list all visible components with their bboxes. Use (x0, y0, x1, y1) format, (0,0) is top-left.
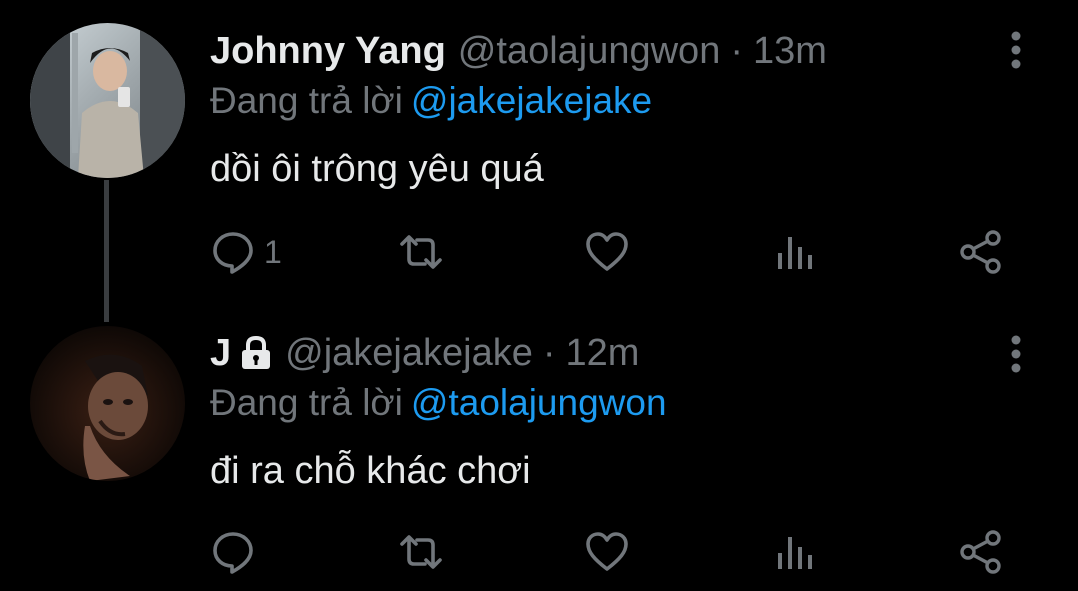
lock-icon (242, 335, 271, 369)
replying-label: Đang trả lời (210, 382, 403, 423)
handle[interactable]: @taolajungwon (458, 30, 721, 73)
reply-icon (213, 532, 253, 574)
tweet-text: đi ra chỗ khác chơi (210, 450, 531, 492)
tweet-header: J @jakejakejake · 12m (210, 328, 639, 378)
like-icon (586, 232, 628, 271)
avatar-photo (30, 326, 185, 481)
views-icon (778, 537, 812, 569)
replying-mention[interactable]: @taolajungwon (411, 382, 667, 423)
tweet-header: Johnny Yang @taolajungwon · 13m (210, 26, 827, 76)
replying-to: Đang trả lời @jakejakejake (210, 80, 652, 122)
avatar[interactable] (30, 326, 185, 481)
like-button[interactable] (584, 224, 630, 280)
reply-count: 1 (264, 233, 282, 270)
tweet[interactable]: Johnny Yang @taolajungwon · 13m Đang trả… (0, 0, 1078, 300)
timestamp[interactable]: 13m (753, 30, 827, 73)
share-icon (960, 530, 1001, 574)
views-button[interactable] (772, 524, 818, 580)
tweet-actions: 1 (0, 224, 1078, 280)
like-icon (586, 532, 628, 571)
replying-to: Đang trả lời @taolajungwon (210, 382, 667, 424)
timestamp[interactable]: 12m (566, 332, 640, 375)
handle[interactable]: @jakejakejake (285, 332, 533, 375)
more-icon (1011, 335, 1021, 373)
reply-icon (213, 232, 253, 274)
share-icon (960, 230, 1001, 274)
retweet-icon (400, 535, 442, 569)
views-button[interactable] (772, 224, 818, 280)
display-name[interactable]: J (210, 332, 231, 375)
display-name[interactable]: Johnny Yang (210, 30, 446, 73)
more-options-button[interactable] (1002, 334, 1030, 374)
tweet-text: dồi ôi trông yêu quá (210, 148, 544, 190)
retweet-icon (400, 235, 442, 269)
like-button[interactable] (584, 524, 630, 580)
separator-dot: · (542, 331, 556, 374)
views-icon (778, 237, 812, 269)
replying-mention[interactable]: @jakejakejake (411, 80, 652, 121)
retweet-button[interactable] (398, 524, 444, 580)
reply-button[interactable] (210, 524, 256, 580)
more-icon (1011, 31, 1021, 69)
retweet-button[interactable] (398, 224, 444, 280)
avatar-photo (30, 23, 185, 178)
share-button[interactable] (958, 224, 1004, 280)
share-button[interactable] (958, 524, 1004, 580)
replying-label: Đang trả lời (210, 80, 403, 121)
avatar[interactable] (30, 23, 185, 178)
tweet-actions (0, 524, 1078, 580)
separator-dot: · (730, 29, 743, 72)
more-options-button[interactable] (1002, 30, 1030, 70)
reply-button[interactable]: 1 (210, 224, 282, 280)
tweet[interactable]: J @jakejakejake · 12m Đang trả lời @taola… (0, 300, 1078, 591)
